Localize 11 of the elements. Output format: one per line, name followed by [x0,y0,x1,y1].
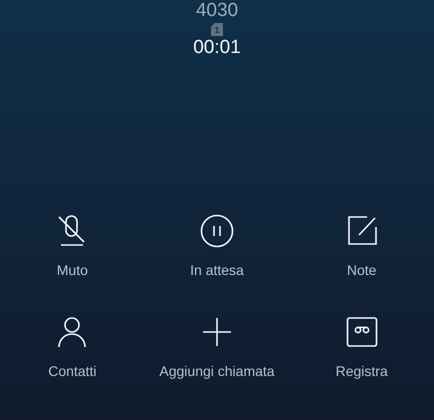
call-action-button[interactable]: In attesa [190,214,244,278]
call-action-button[interactable]: Muto [55,214,90,278]
pause-icon [200,214,234,248]
phone-number: 4030 [196,1,238,21]
call-action-button[interactable]: Contatti [48,315,96,379]
cassette-icon [344,315,379,349]
call-action-button[interactable]: Registra [336,315,388,379]
call-duration: 00:01 [193,37,241,59]
call-action-button[interactable]: Note [344,214,379,278]
sim-icon: 1 [211,23,223,36]
call-action-button[interactable]: Aggiungi chiamata [159,315,275,379]
